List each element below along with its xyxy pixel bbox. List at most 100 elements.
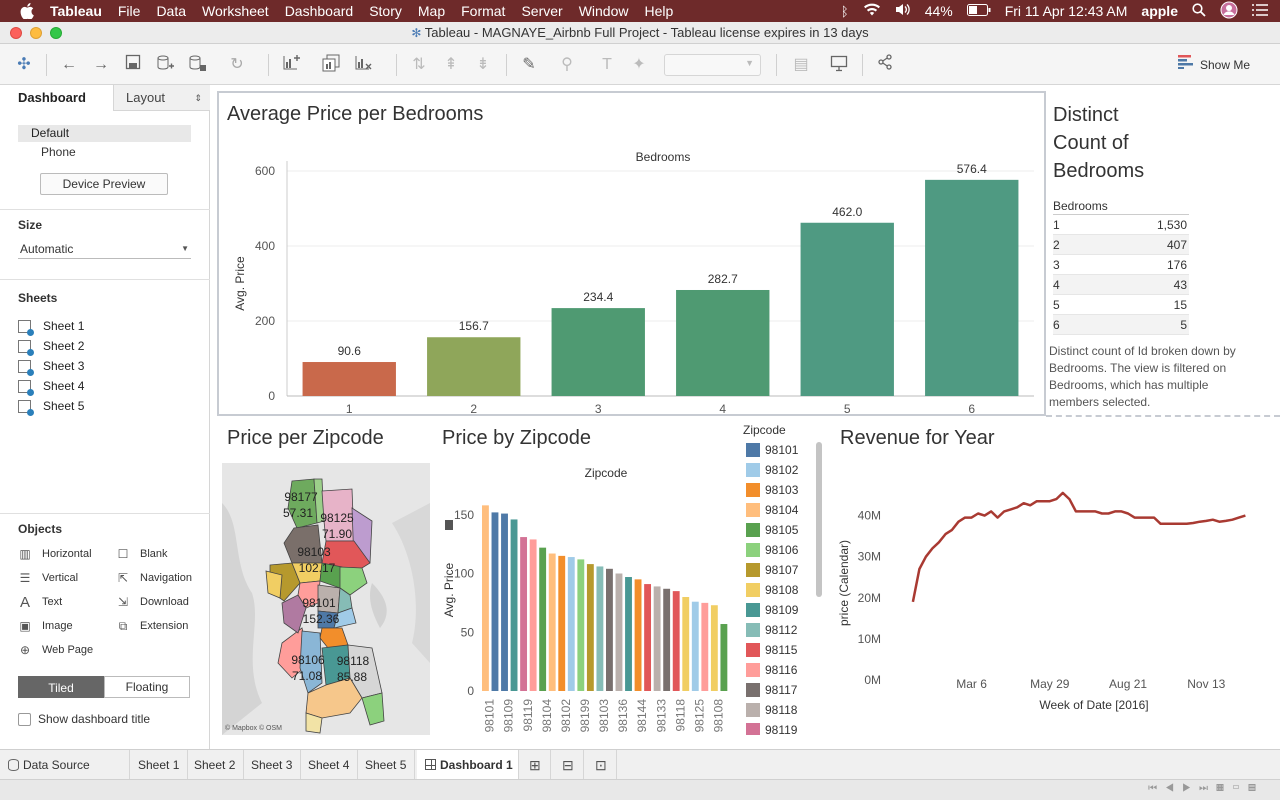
fix-axes-icon[interactable]: ✦	[628, 54, 650, 76]
bedrooms-price-sheet[interactable]: Average Price per Bedrooms Bedrooms Avg. …	[217, 91, 1046, 416]
legend-item[interactable]: 98109	[743, 600, 825, 620]
clear-sheet-icon[interactable]	[352, 54, 374, 76]
show-cards-icon[interactable]: ▤	[790, 54, 812, 76]
floating-button[interactable]: Floating	[104, 676, 190, 698]
legend-item[interactable]: 98119	[743, 720, 825, 735]
undo-icon[interactable]: ←	[58, 54, 80, 76]
object-download[interactable]: ⇲ Download	[116, 594, 189, 610]
legend-item[interactable]: 98117	[743, 680, 825, 700]
menu-story[interactable]: Story	[369, 3, 402, 19]
share-icon[interactable]	[874, 54, 896, 76]
menu-window[interactable]: Window	[579, 3, 629, 19]
legend-item[interactable]: 98106	[743, 540, 825, 560]
list-view-icon[interactable]: ▤	[1248, 783, 1264, 794]
tableau-logo-icon[interactable]: ✣	[13, 54, 35, 76]
duplicate-sheet-icon[interactable]	[320, 54, 342, 76]
fit-dropdown[interactable]: ▼	[664, 54, 761, 76]
sheet-item-2[interactable]: Sheet 2	[18, 336, 84, 356]
zipcode-price-sheet[interactable]: Price by Zipcode Zipcode Avg. Price 0 50 100…	[432, 423, 827, 737]
tab-data-source[interactable]: Data Source	[0, 750, 130, 780]
notification-center-icon[interactable]	[1252, 3, 1268, 19]
tab-dashboard-1[interactable]: Dashboard 1	[417, 750, 519, 780]
object-web-page[interactable]: ⊕ Web Page	[18, 642, 93, 658]
legend-item[interactable]: 98101	[743, 440, 825, 460]
object-image[interactable]: ▣ Image	[18, 618, 72, 634]
clock[interactable]: Fri 11 Apr 12:43 AM	[1005, 3, 1128, 19]
minimize-window-button[interactable]	[30, 27, 42, 39]
menu-app-name[interactable]: Tableau	[50, 3, 102, 19]
tab-sheet-1[interactable]: Sheet 1	[130, 750, 189, 780]
menu-data[interactable]: Data	[156, 3, 186, 19]
sheet-item-4[interactable]: Sheet 4	[18, 376, 84, 396]
tab-sheet-2[interactable]: Sheet 2	[186, 750, 245, 780]
seattle-zipcode-map[interactable]: 98177 57.31 98125 71.90 98103 102.17 981…	[222, 463, 430, 735]
user-avatar-icon[interactable]	[1220, 1, 1238, 22]
next-tab-icon[interactable]: ▶	[1182, 783, 1199, 794]
legend-item[interactable]: 98105	[743, 520, 825, 540]
bluetooth-icon[interactable]: ᛒ	[841, 4, 849, 19]
sheet-item-3[interactable]: Sheet 3	[18, 356, 84, 376]
new-worksheet-button[interactable]: ⊞	[521, 750, 551, 780]
distinct-count-sheet[interactable]: Distinct Count of Bedrooms Bedrooms 1 1,5…	[1046, 91, 1280, 416]
new-worksheet-icon[interactable]	[280, 54, 302, 76]
group-members-icon[interactable]: ⚲	[556, 54, 578, 76]
menu-dashboard[interactable]: Dashboard	[285, 3, 354, 19]
zoom-window-button[interactable]	[50, 27, 62, 39]
sort-ascending-icon[interactable]: ⇞	[440, 54, 462, 76]
device-preview-button[interactable]: Device Preview	[40, 173, 168, 195]
tab-sheet-4[interactable]: Sheet 4	[300, 750, 359, 780]
tab-dashboard[interactable]: Dashboard	[0, 85, 113, 111]
checkbox[interactable]	[18, 712, 31, 726]
new-dashboard-button[interactable]: ⊟	[554, 750, 584, 780]
legend-item[interactable]: 98108	[743, 580, 825, 600]
battery-icon[interactable]	[966, 3, 991, 19]
apple-logo-icon[interactable]	[20, 3, 34, 20]
legend-item[interactable]: 98112	[743, 620, 825, 640]
menu-file[interactable]: File	[118, 3, 141, 19]
presentation-mode-icon[interactable]	[828, 54, 850, 76]
redo-icon[interactable]: →	[90, 54, 112, 76]
tiled-button[interactable]: Tiled	[18, 676, 104, 698]
object-vertical[interactable]: ☰ Vertical	[18, 570, 78, 586]
device-default[interactable]: Default	[18, 125, 191, 142]
tab-layout[interactable]: Layout ⇕	[113, 85, 210, 111]
legend-item[interactable]: 98104	[743, 500, 825, 520]
last-tab-icon[interactable]: ⏭	[1199, 783, 1216, 794]
spotlight-search-icon[interactable]	[1192, 2, 1206, 20]
menu-server[interactable]: Server	[521, 3, 562, 19]
zipcode-map-sheet[interactable]: Price per Zipcode 98177 57.31 98125 71.9…	[217, 425, 432, 737]
revenue-sheet[interactable]: Revenue for Year price (Calendar) Week of…	[831, 425, 1280, 737]
first-tab-icon[interactable]: ⏮	[1148, 783, 1165, 794]
close-window-button[interactable]	[10, 27, 22, 39]
legend-item[interactable]: 98102	[743, 460, 825, 480]
object-text[interactable]: A Text	[18, 594, 62, 611]
show-mark-labels-icon[interactable]: T	[596, 54, 618, 76]
size-dropdown[interactable]: Automatic ▼	[18, 239, 191, 259]
new-data-source-icon[interactable]	[154, 54, 176, 76]
legend-item[interactable]: 98107	[743, 560, 825, 580]
new-story-button[interactable]: ⊡	[587, 750, 617, 780]
legend-item[interactable]: 98115	[743, 640, 825, 660]
refresh-icon[interactable]: ↻	[226, 54, 248, 76]
previous-tab-icon[interactable]: ◀	[1165, 783, 1182, 794]
object-horizontal[interactable]: ▥ Horizontal	[18, 546, 91, 562]
highlight-icon[interactable]: ✎	[518, 54, 540, 76]
sheet-item-1[interactable]: Sheet 1	[18, 316, 84, 336]
legend-item[interactable]: 98116	[743, 660, 825, 680]
show-me-button[interactable]: Show Me	[1178, 54, 1250, 76]
filmstrip-view-icon[interactable]: ▭	[1232, 783, 1248, 794]
object-blank[interactable]: ☐ Blank	[116, 546, 168, 562]
object-navigation[interactable]: ⇱ Navigation	[116, 570, 192, 586]
volume-icon[interactable]	[895, 3, 911, 19]
object-extension[interactable]: ⧉ Extension	[116, 618, 189, 634]
sort-descending-icon[interactable]: ⇟	[472, 54, 494, 76]
pause-updates-icon[interactable]	[186, 54, 208, 76]
grid-view-icon[interactable]: ▦	[1216, 783, 1232, 794]
menu-help[interactable]: Help	[644, 3, 673, 19]
tab-sheet-5[interactable]: Sheet 5	[357, 750, 416, 780]
device-phone[interactable]: Phone	[41, 144, 76, 160]
tab-sheet-3[interactable]: Sheet 3	[243, 750, 302, 780]
sheet-item-5[interactable]: Sheet 5	[18, 396, 84, 416]
legend-item[interactable]: 98103	[743, 480, 825, 500]
show-dashboard-title-toggle[interactable]: Show dashboard title	[18, 711, 150, 727]
